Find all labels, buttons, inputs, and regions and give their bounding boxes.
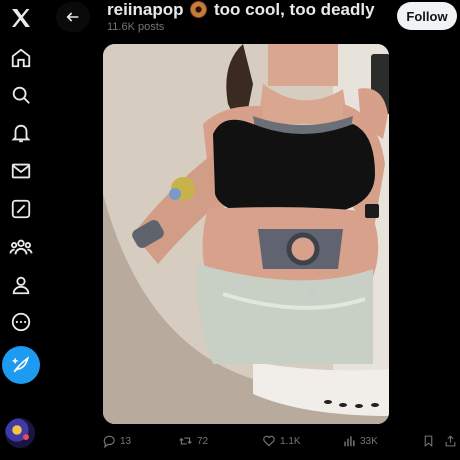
envelope-icon[interactable] <box>5 155 37 187</box>
profile-icon[interactable] <box>5 269 37 301</box>
bookmark-button[interactable] <box>422 432 435 450</box>
like-button[interactable]: 1.1K <box>262 432 301 450</box>
profile-display-name: reiinapop too cool, too deadly <box>107 0 375 20</box>
repost-count: 72 <box>197 435 209 447</box>
donut-emoji-icon <box>190 1 208 18</box>
back-button[interactable] <box>56 2 90 32</box>
view-count: 33K <box>360 435 378 447</box>
repost-icon <box>179 437 192 445</box>
like-count: 1.1K <box>280 435 301 447</box>
reply-count: 13 <box>120 435 132 447</box>
x-logo-icon[interactable] <box>5 2 37 34</box>
grok-icon[interactable] <box>5 193 37 225</box>
share-icon <box>445 435 456 447</box>
profile-header: reiinapop too cool, too deadly 11.6K pos… <box>52 0 460 40</box>
share-button[interactable] <box>444 432 457 450</box>
home-icon[interactable] <box>5 42 37 74</box>
post-actions: 13 72 1.1K 33K <box>96 428 460 454</box>
feather-plus-icon <box>12 356 30 373</box>
reply-button[interactable]: 13 <box>102 432 131 450</box>
reply-icon <box>103 435 115 448</box>
heart-icon <box>263 435 275 447</box>
account-avatar[interactable] <box>5 418 35 448</box>
side-navigation <box>0 0 42 460</box>
follow-button[interactable]: Follow <box>397 2 457 30</box>
bell-icon[interactable] <box>5 117 37 149</box>
views-button[interactable]: 33K <box>342 432 378 450</box>
posts-count: 11.6K posts <box>107 21 165 33</box>
app-window: reiinapop too cool, too deadly 11.6K pos… <box>0 0 460 460</box>
search-icon[interactable] <box>5 79 37 111</box>
more-icon[interactable] <box>5 306 37 338</box>
repost-button[interactable]: 72 <box>178 432 208 450</box>
profile-tagline: too cool, too deadly <box>213 0 375 19</box>
communities-icon[interactable] <box>5 231 37 263</box>
post-photo[interactable] <box>103 44 389 424</box>
bookmark-icon <box>424 435 433 448</box>
arrow-left-icon <box>66 12 79 22</box>
profile-name: reiinapop <box>107 0 184 19</box>
post-button[interactable] <box>2 346 40 384</box>
analytics-icon <box>344 436 355 447</box>
